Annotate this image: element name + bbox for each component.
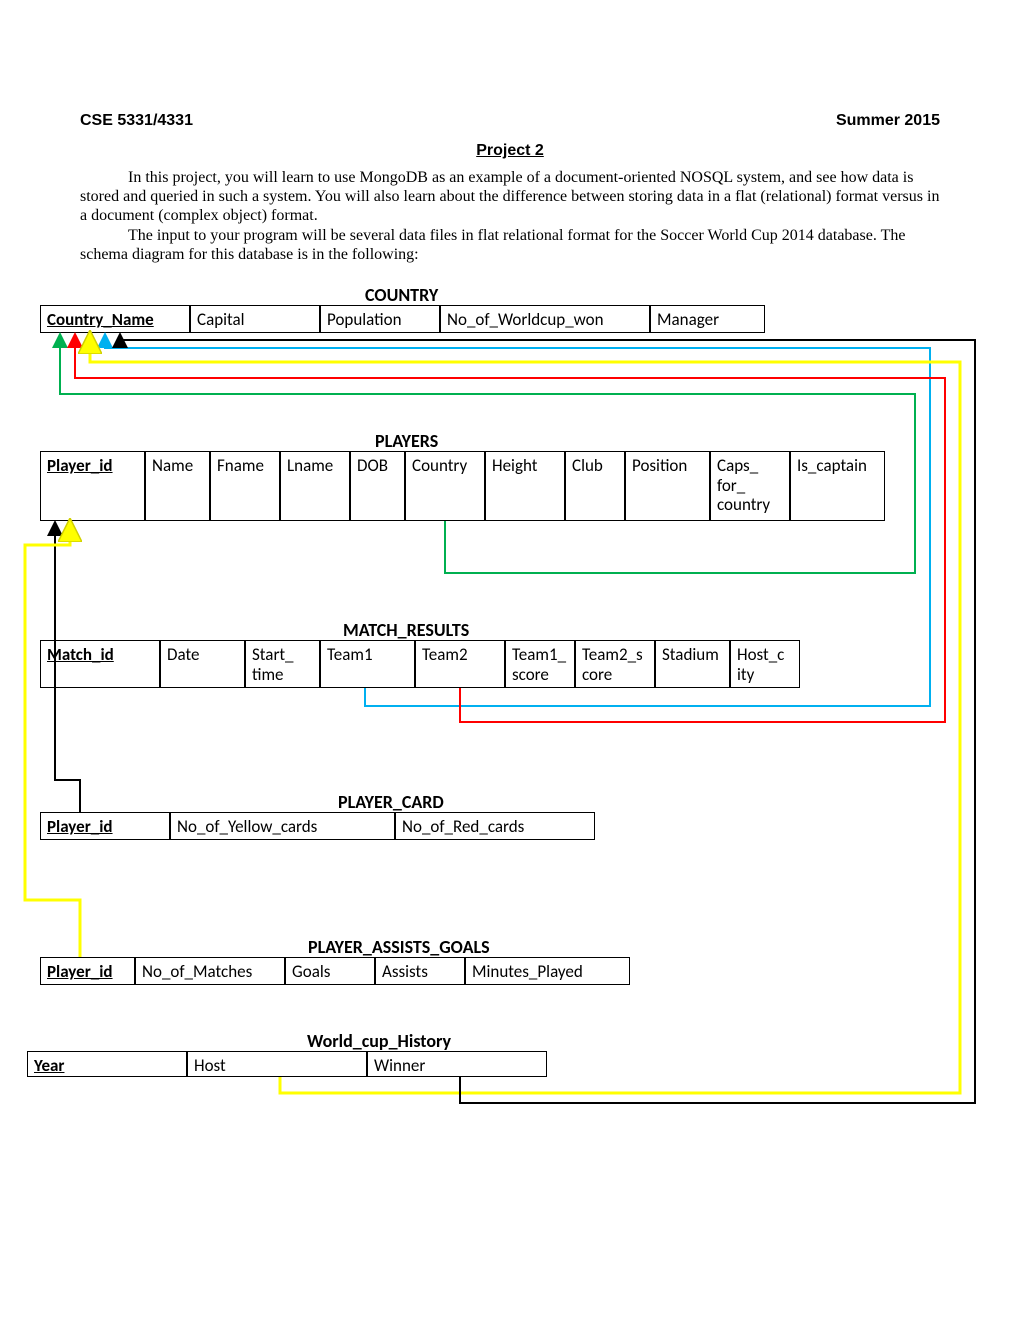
country-col-manager: Manager bbox=[650, 305, 765, 333]
wch-col-winner: Winner bbox=[367, 1051, 547, 1077]
match-results-title: MATCH_RESULTS bbox=[343, 619, 469, 641]
pag-col-player-id: Player_id bbox=[40, 957, 135, 985]
pag-col-minutes: Minutes_Played bbox=[465, 957, 630, 985]
pc-col-player-id: Player_id bbox=[40, 812, 170, 840]
arrow-pag-to-players bbox=[25, 524, 80, 957]
wch-col-year: Year bbox=[27, 1051, 187, 1077]
mr-col-team1-score: Team1_ score bbox=[505, 640, 575, 688]
players-col-dob: DOB bbox=[350, 451, 405, 521]
intro-p1: In this project, you will learn to use M… bbox=[80, 168, 940, 226]
players-col-iscaptain: Is_captain bbox=[790, 451, 885, 521]
mr-col-team2: Team2 bbox=[415, 640, 505, 688]
player-card-title: PLAYER_CARD bbox=[338, 791, 444, 813]
mr-col-team2-score: Team2_s core bbox=[575, 640, 655, 688]
pag-col-assists: Assists bbox=[375, 957, 465, 985]
wch-title: World_cup_History bbox=[307, 1030, 451, 1052]
intro-p2: The input to your program will be severa… bbox=[80, 226, 940, 264]
country-col-no-worldcup: No_of_Worldcup_won bbox=[440, 305, 650, 333]
mr-col-team1: Team1 bbox=[320, 640, 415, 688]
country-title: COUNTRY bbox=[365, 284, 438, 306]
course-code: CSE 5331/4331 bbox=[80, 112, 193, 130]
players-col-position: Position bbox=[625, 451, 710, 521]
mr-col-date: Date bbox=[160, 640, 245, 688]
mr-col-stadium: Stadium bbox=[655, 640, 730, 688]
country-col-capital: Capital bbox=[190, 305, 320, 333]
pc-col-red-cards: No_of_Red_cards bbox=[395, 812, 595, 840]
pag-col-goals: Goals bbox=[285, 957, 375, 985]
mr-col-start-time: Start_ time bbox=[245, 640, 320, 688]
term: Summer 2015 bbox=[836, 112, 940, 130]
players-col-lname: Lname bbox=[280, 451, 350, 521]
intro-paragraphs: In this project, you will learn to use M… bbox=[80, 168, 940, 264]
players-title: PLAYERS bbox=[375, 430, 438, 452]
mr-col-host-city: Host_c ity bbox=[730, 640, 800, 688]
pag-title: PLAYER_ASSISTS_GOALS bbox=[308, 936, 490, 958]
players-col-country: Country bbox=[405, 451, 485, 521]
players-col-player-id: Player_id bbox=[40, 451, 145, 521]
wch-col-host: Host bbox=[187, 1051, 367, 1077]
players-col-name: Name bbox=[145, 451, 210, 521]
mr-col-match-id: Match_id bbox=[40, 640, 160, 688]
players-col-club: Club bbox=[565, 451, 625, 521]
pc-col-yellow-cards: No_of_Yellow_cards bbox=[170, 812, 395, 840]
country-col-population: Population bbox=[320, 305, 440, 333]
country-col-country-name: Country_Name bbox=[40, 305, 190, 333]
players-col-height: Height bbox=[485, 451, 565, 521]
project-title: Project 2 bbox=[0, 142, 1020, 160]
players-col-caps: Caps_ for_ country bbox=[710, 451, 790, 521]
players-col-fname: Fname bbox=[210, 451, 280, 521]
pag-col-matches: No_of_Matches bbox=[135, 957, 285, 985]
